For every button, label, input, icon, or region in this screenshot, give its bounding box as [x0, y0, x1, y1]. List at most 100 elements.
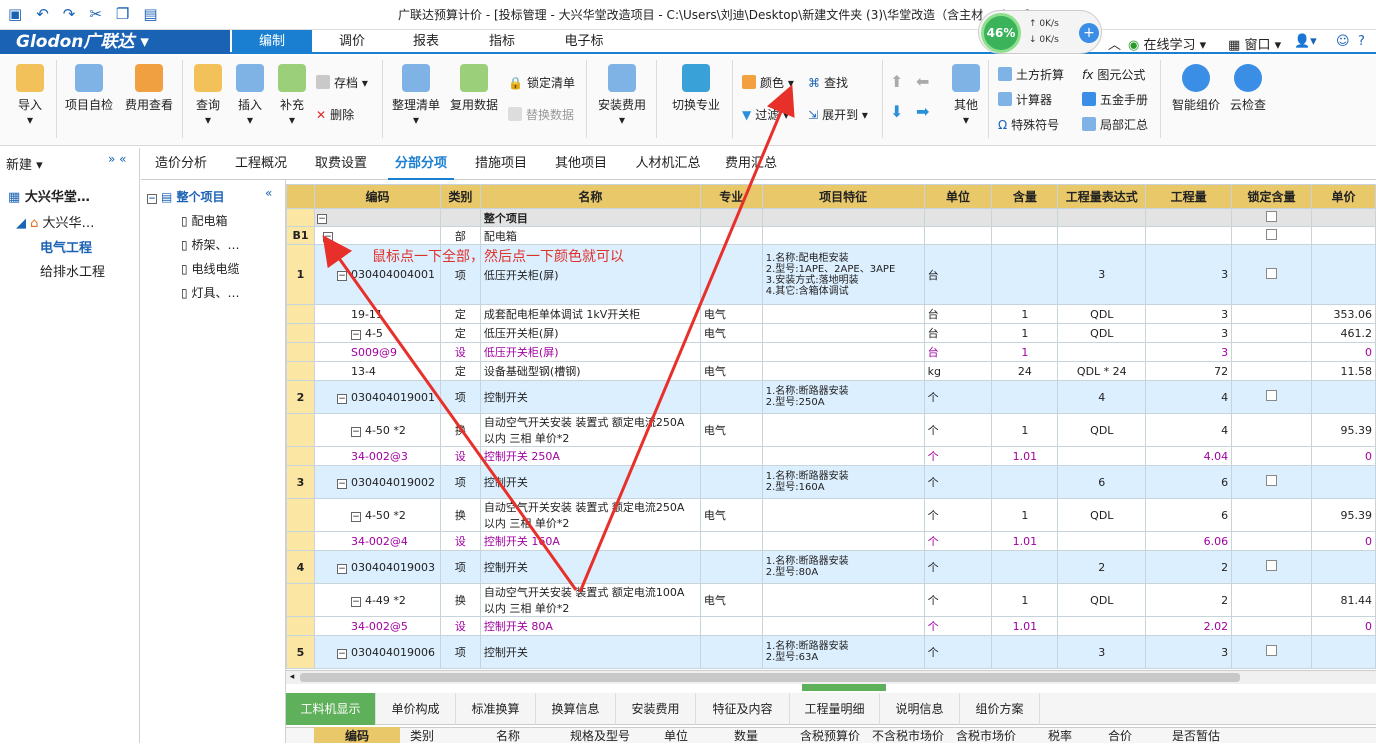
cut-icon[interactable]: ✂	[89, 5, 102, 23]
collapse-ribbon-icon[interactable]: ︿	[1108, 34, 1121, 53]
cell-expression[interactable]: QDL	[1057, 323, 1147, 343]
bcol-market-tax[interactable]: 含税市场价	[956, 727, 1016, 743]
cell-expression[interactable]: QDL	[1057, 583, 1147, 617]
cell-major[interactable]	[699, 531, 763, 551]
cell-price[interactable]	[1310, 550, 1376, 584]
cell-content[interactable]: 1	[991, 323, 1059, 343]
cell-content[interactable]: 1.01	[991, 531, 1059, 551]
cell-unit[interactable]: 个	[923, 446, 993, 466]
col-name[interactable]: 名称	[479, 184, 701, 209]
bcol-count[interactable]: 数量	[734, 727, 758, 743]
cell-unit[interactable]: 个	[923, 413, 993, 447]
expand-to-button[interactable]: ⇲ 展开到 ▾	[808, 106, 868, 123]
cell-price[interactable]: 0	[1310, 446, 1376, 466]
cell-major[interactable]	[699, 616, 763, 636]
cell-code[interactable]: 34-002@3	[313, 446, 441, 466]
cell-unit[interactable]: kg	[923, 361, 993, 381]
bcol-total[interactable]: 合价	[1108, 727, 1132, 743]
cell-lock[interactable]	[1231, 342, 1312, 362]
cell-type[interactable]: 设	[439, 446, 481, 466]
col-content[interactable]: 含量	[991, 184, 1059, 209]
table-row[interactable]: 3−030404019002 项控制开关 1.名称:断路器安装 2.型号:160A 个 6…	[286, 465, 1376, 499]
undo-icon[interactable]: ↶	[36, 5, 49, 23]
cell-lock[interactable]	[1231, 465, 1312, 499]
cell-feature[interactable]	[761, 361, 925, 381]
table-row[interactable]: 34-002@3 设控制开关 250A 个 1.01 4.04 0	[286, 446, 1376, 466]
cell-code[interactable]: −030404019003	[313, 550, 441, 584]
move-right-icon[interactable]: ➡	[916, 102, 929, 121]
cell-price[interactable]	[1310, 244, 1376, 305]
cell-price[interactable]	[1310, 635, 1376, 669]
cell-expression[interactable]	[1057, 226, 1147, 245]
collapse-icon[interactable]: −	[336, 271, 347, 281]
cell-price[interactable]: 353.06	[1310, 304, 1376, 324]
help-icon[interactable]: ?	[1358, 34, 1365, 49]
lock-checkbox[interactable]	[1266, 267, 1278, 279]
cell-name[interactable]: 自动空气开关安装 装置式 额定电流250A 以内 三相 单价*2	[479, 498, 701, 532]
cell-lock[interactable]	[1231, 550, 1312, 584]
collapse-tree-icon[interactable]: «	[265, 186, 272, 200]
cell-lock[interactable]	[1231, 583, 1312, 617]
cell-lock[interactable]	[1231, 446, 1312, 466]
redo-icon[interactable]: ↷	[63, 5, 76, 23]
tab-fee-settings[interactable]: 取费设置	[308, 148, 374, 180]
save-icon[interactable]: ▣	[8, 5, 22, 23]
cell-code[interactable]: 34-002@5	[313, 616, 441, 636]
project-check-button[interactable]: 项目自检	[60, 64, 118, 113]
cell-lock[interactable]	[1231, 616, 1312, 636]
cell-feature[interactable]	[761, 323, 925, 343]
cell-expression[interactable]: 6	[1057, 465, 1147, 499]
cell-name[interactable]: 配电箱	[479, 226, 701, 245]
cell-feature[interactable]	[761, 583, 925, 617]
cell-major[interactable]	[699, 208, 763, 227]
lock-checkbox[interactable]	[1266, 390, 1278, 401]
tab-measures[interactable]: 措施项目	[468, 148, 534, 180]
cell-quantity[interactable]: 3	[1145, 304, 1233, 324]
cell-type[interactable]: 设	[439, 342, 481, 362]
cell-price[interactable]: 0	[1310, 531, 1376, 551]
cell-code[interactable]: −4-50 *2	[313, 413, 441, 447]
cell-unit[interactable]	[923, 226, 993, 245]
cell-type[interactable]: 定	[439, 323, 481, 343]
bcol-spec[interactable]: 规格及型号	[570, 727, 630, 743]
cell-lock[interactable]	[1231, 244, 1312, 305]
reuse-data-button[interactable]: 复用数据	[446, 64, 502, 113]
cell-expression[interactable]: QDL	[1057, 413, 1147, 447]
table-row[interactable]: S009@9 设低压开关柜(屏) 台 1 3 0	[286, 342, 1376, 362]
cell-code[interactable]: S009@9	[313, 342, 441, 362]
collapse-icon[interactable]: −	[336, 563, 347, 574]
cell-content[interactable]	[991, 244, 1059, 305]
tab-etender[interactable]: 电子标	[544, 30, 624, 54]
cell-name[interactable]: 控制开关 160A	[479, 531, 701, 551]
cell-code[interactable]: −030404019001	[313, 380, 441, 414]
tree-node-2[interactable]: ▯ 桥架、…	[181, 236, 239, 253]
horizontal-scrollbar[interactable]: ◂	[286, 670, 1376, 684]
cell-major[interactable]	[699, 550, 763, 584]
tab-fee-summary[interactable]: 费用汇总	[718, 148, 784, 180]
cell-name[interactable]: 成套配电柜单体调试 1kV开关柜	[479, 304, 701, 324]
collapse-icon[interactable]: −	[336, 393, 347, 404]
cell-quantity[interactable]	[1145, 226, 1233, 245]
cell-name[interactable]: 设备基础型钢(槽钢)	[479, 361, 701, 381]
lock-checkbox[interactable]	[1266, 475, 1278, 486]
tab-labor-summary[interactable]: 人材机汇总	[628, 148, 708, 180]
tree-node-3[interactable]: ▯ 电线电缆	[181, 260, 239, 277]
col-code[interactable]: 编码	[313, 184, 441, 209]
cell-type[interactable]: 换	[439, 583, 481, 617]
bcol-provisional[interactable]: 是否暂估	[1172, 727, 1220, 743]
table-row[interactable]: −4-49 *2 换自动空气开关安装 装置式 额定电流100A 以内 三相 单价*2…	[286, 583, 1376, 617]
cell-feature[interactable]: 1.名称:配电柜安装 2.型号:1APE、2APE、3APE 3.安装方式:落地明装…	[761, 244, 925, 305]
cell-content[interactable]: 1.01	[991, 616, 1059, 636]
cell-type[interactable]: 项	[439, 550, 481, 584]
cell-lock[interactable]	[1231, 635, 1312, 669]
cell-name[interactable]: 低压开关柜(屏)	[479, 342, 701, 362]
cell-price[interactable]: 81.44	[1310, 583, 1376, 617]
cell-major[interactable]	[699, 465, 763, 499]
cell-unit[interactable]: 个	[923, 550, 993, 584]
move-up-icon[interactable]: ⬆	[890, 72, 903, 91]
cell-content[interactable]	[991, 380, 1059, 414]
cell-unit[interactable]: 台	[923, 304, 993, 324]
cell-expression[interactable]	[1057, 208, 1147, 227]
replace-data-button[interactable]: 替换数据	[508, 106, 574, 123]
cell-code[interactable]: −4-49 *2	[313, 583, 441, 617]
